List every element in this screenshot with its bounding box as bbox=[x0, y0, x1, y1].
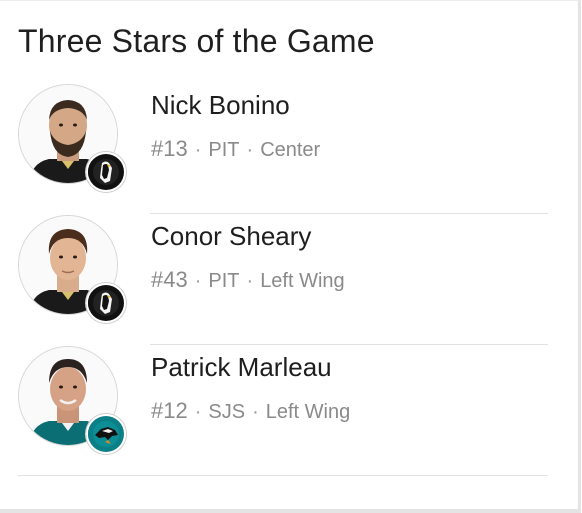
three-stars-card: Three Stars of the Game Nick Bonino #13 … bbox=[0, 0, 581, 513]
player-meta: #43 · PIT · Left Wing bbox=[151, 267, 345, 293]
player-position: Left Wing bbox=[265, 401, 351, 423]
player-number: #43 bbox=[151, 267, 188, 292]
player-team: PIT bbox=[208, 270, 240, 292]
player-name[interactable]: Nick Bonino bbox=[151, 90, 290, 121]
player-team: PIT bbox=[208, 139, 240, 161]
meta-separator: · bbox=[194, 139, 202, 161]
player-name[interactable]: Patrick Marleau bbox=[151, 352, 332, 383]
penguin-logo-icon bbox=[86, 152, 126, 192]
player-number: #13 bbox=[151, 136, 188, 161]
penguin-logo-icon bbox=[86, 283, 126, 323]
meta-separator: · bbox=[252, 401, 259, 423]
card-title: Three Stars of the Game bbox=[18, 23, 375, 59]
row-divider bbox=[150, 213, 548, 214]
player-row-2[interactable]: Conor Sheary #43 · PIT · Left Wing bbox=[18, 215, 548, 345]
player-meta: #13 · PIT · Center bbox=[151, 136, 320, 162]
player-row-1[interactable]: Nick Bonino #13 · PIT · Center bbox=[18, 84, 548, 214]
player-team: SJS bbox=[208, 401, 246, 423]
row-divider bbox=[150, 344, 548, 345]
shark-logo-icon bbox=[86, 414, 126, 454]
meta-separator: · bbox=[194, 270, 202, 292]
player-name[interactable]: Conor Sheary bbox=[151, 221, 311, 252]
player-number: #12 bbox=[151, 398, 188, 423]
player-meta: #12 · SJS · Left Wing bbox=[151, 398, 350, 424]
meta-separator: · bbox=[194, 401, 202, 423]
meta-separator: · bbox=[246, 270, 254, 292]
meta-separator: · bbox=[246, 139, 254, 161]
row-divider bbox=[18, 475, 548, 476]
player-row-3[interactable]: Patrick Marleau #12 · SJS · Left Wing bbox=[18, 346, 548, 476]
player-position: Left Wing bbox=[260, 270, 345, 292]
player-position: Center bbox=[260, 139, 321, 161]
